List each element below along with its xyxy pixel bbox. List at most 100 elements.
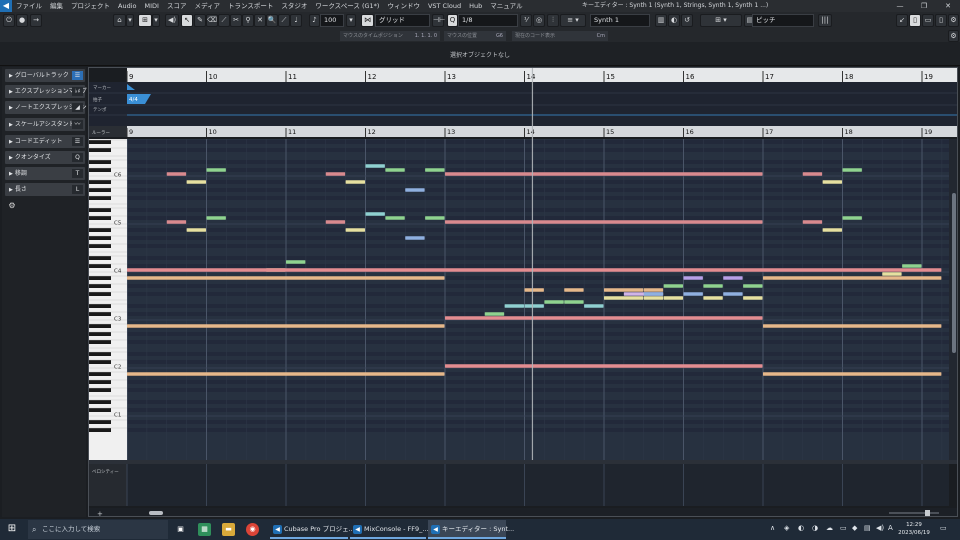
- glue-tool-icon[interactable]: ⚲: [242, 14, 254, 27]
- keyboard-icon[interactable]: |||: [818, 14, 832, 27]
- trim-tool-icon[interactable]: ⟋: [218, 14, 230, 27]
- inspector-section-scale-assistant[interactable]: ▶ スケールアシスタント〰: [5, 118, 85, 131]
- iterative-quantize-icon[interactable]: ⅟: [520, 14, 532, 27]
- tray-app-icon[interactable]: ▭: [840, 524, 847, 532]
- settings-gear-icon[interactable]: ⚙: [948, 30, 959, 42]
- layout-bottom-icon[interactable]: ▭: [922, 14, 934, 27]
- midi-note: [604, 296, 644, 300]
- menu-item[interactable]: スコア: [163, 0, 191, 12]
- grid-row-black-key: [127, 216, 949, 220]
- chevron-down-icon[interactable]: ▾: [126, 14, 134, 27]
- chevron-down-icon[interactable]: ▾: [346, 14, 356, 27]
- zoom-tool-icon[interactable]: 🔍: [266, 14, 278, 27]
- key-editor[interactable]: 9 10 11 12 13 14 15 16 17 18 19 マーカー 拍子 テンポ 4/4 ルーラー 9 10…: [88, 67, 958, 517]
- notification-icon[interactable]: ▭: [940, 524, 947, 532]
- audition-icon[interactable]: ▥: [655, 14, 667, 27]
- taskbar-app-key-editor[interactable]: ◀ キーエディター : Synt...: [428, 520, 514, 539]
- menu-item[interactable]: ワークスペース (G1*): [311, 0, 383, 12]
- taskbar-app-cubase-project[interactable]: ◀ Cubase Pro プロジェ...: [270, 520, 355, 539]
- color-menu-icon[interactable]: ⊞ ▾: [700, 14, 742, 27]
- inspector-section-note-expression[interactable]: ▶ ノートエクスプレッション ◢: [5, 101, 87, 114]
- task-view-icon[interactable]: ▣: [174, 523, 187, 536]
- maximize-button[interactable]: ❐: [912, 0, 936, 12]
- midi-note: [425, 216, 445, 220]
- layout-left-icon[interactable]: ▯: [909, 14, 921, 27]
- quantize-select[interactable]: 1/8: [458, 14, 518, 27]
- store-icon[interactable]: ▦: [198, 523, 211, 536]
- home-icon[interactable]: ⌂: [113, 14, 126, 27]
- ime-indicator[interactable]: A: [888, 524, 893, 532]
- horizontal-scrollbar: [89, 508, 957, 516]
- volume-icon[interactable]: ◀): [876, 524, 884, 532]
- chrome-icon[interactable]: ◉: [246, 523, 259, 536]
- erase-tool-icon[interactable]: ⌫: [206, 14, 218, 27]
- windows-start-icon[interactable]: ⊞: [6, 523, 18, 535]
- menu-item[interactable]: 編集: [46, 0, 67, 12]
- file-explorer-icon[interactable]: ▬: [222, 523, 235, 536]
- split-tool-icon[interactable]: ✂: [230, 14, 242, 27]
- tray-app-icon[interactable]: ◑: [812, 524, 818, 532]
- settings-gear-icon[interactable]: ⚙: [948, 14, 959, 27]
- tray-app-icon[interactable]: ◆: [852, 524, 857, 532]
- menu-item[interactable]: プロジェクト: [67, 0, 114, 12]
- menu-item[interactable]: Audio: [114, 0, 140, 12]
- key-editor-canvas[interactable]: 9 10 11 12 13 14 15 16 17 18 19 マーカー拍子テンポ 4/4 ルーラー 9 10…: [89, 68, 958, 517]
- menu-item[interactable]: VST Cloud: [424, 0, 465, 12]
- inspector-section-global-tracks[interactable]: ▶ グローバルトラック ☰: [5, 69, 85, 82]
- expression-map-icon: ♭♯: [72, 87, 83, 96]
- edit-in-place-icon[interactable]: ◐: [668, 14, 680, 27]
- inspector-section-quantize[interactable]: ▶ クオンタイズ Q: [5, 151, 85, 164]
- menu-item[interactable]: スタジオ: [277, 0, 311, 12]
- solo-icon[interactable]: ●: [16, 14, 28, 27]
- menu-item[interactable]: ファイル: [12, 0, 46, 12]
- ruler-bar-label: 19: [924, 73, 933, 81]
- chevron-down-icon[interactable]: ▾: [152, 14, 160, 27]
- mute-tool-icon[interactable]: ✕: [254, 14, 266, 27]
- activate-project-icon[interactable]: ⏻: [3, 14, 15, 27]
- lane-splitter: [89, 460, 957, 464]
- step-input-icon[interactable]: ⫶: [547, 14, 559, 27]
- menu-item[interactable]: MIDI: [140, 0, 162, 12]
- menu-item[interactable]: ウィンドウ: [383, 0, 424, 12]
- close-button[interactable]: ✕: [936, 0, 960, 12]
- tray-app-icon[interactable]: ◐: [798, 524, 804, 532]
- line-tool-icon[interactable]: ⟋: [278, 14, 290, 27]
- taskbar-search-box[interactable]: ⌕ ここに入力して検索: [28, 520, 168, 539]
- forward-icon[interactable]: →: [30, 14, 42, 27]
- menu-item[interactable]: マニュアル: [486, 0, 526, 12]
- menu-item[interactable]: メディア: [190, 0, 224, 12]
- velocity-field[interactable]: 100: [320, 14, 344, 27]
- inspector-section-chord-editing[interactable]: ▶ コードエディット ☰: [5, 135, 85, 148]
- inspector-section-transpose[interactable]: ▶ 移調 T: [5, 167, 85, 180]
- tray-app-icon[interactable]: ◈: [784, 524, 789, 532]
- tray-chevron-up-icon[interactable]: ∧: [770, 524, 775, 532]
- taskbar-app-mixconsole[interactable]: ◀ MixConsole - FF9_...: [350, 520, 429, 539]
- inspector-section-length[interactable]: ▶ 長さ L: [5, 183, 85, 196]
- tray-cloud-icon[interactable]: ☁: [826, 524, 833, 532]
- quantize-icon[interactable]: Q: [447, 14, 458, 27]
- note-expression-select[interactable]: ピッチ: [752, 14, 814, 27]
- network-icon[interactable]: ▤: [864, 524, 871, 532]
- minimize-button[interactable]: —: [888, 0, 912, 12]
- top-ruler: [89, 68, 957, 82]
- snap-icon[interactable]: ⋈: [361, 14, 374, 27]
- instrument-select[interactable]: Synth 1: [590, 14, 650, 27]
- menu-item[interactable]: トランスポート: [224, 0, 277, 12]
- taskbar-clock[interactable]: 12:29 2023/06/19: [896, 521, 932, 537]
- loop-icon[interactable]: ↺: [681, 14, 693, 27]
- snap-to-zero-icon[interactable]: ⊣⊢: [432, 14, 445, 27]
- inspector-settings-gear-icon[interactable]: ⚙: [7, 201, 17, 211]
- select-tool-icon[interactable]: ↖: [181, 14, 193, 27]
- draw-tool-icon[interactable]: ✎: [194, 14, 206, 27]
- quantize-apply-icon[interactable]: ◎: [533, 14, 545, 27]
- auto-select-icon[interactable]: ⊞: [138, 14, 152, 27]
- chord-display-icon[interactable]: ≡ ▾: [560, 14, 586, 27]
- inspector-section-expression-map[interactable]: ▶ エクスプレッションマップ ♭♯: [5, 85, 87, 98]
- time-warp-icon[interactable]: ♩: [290, 14, 302, 27]
- layout-right-icon[interactable]: ▯: [935, 14, 947, 27]
- collapse-left-icon[interactable]: ↙: [896, 14, 908, 27]
- snap-type-select[interactable]: グリッド: [375, 14, 430, 27]
- menu-item[interactable]: Hub: [465, 0, 486, 12]
- speaker-icon[interactable]: ◀): [165, 14, 179, 27]
- note-expression-icon: ◢: [72, 103, 83, 112]
